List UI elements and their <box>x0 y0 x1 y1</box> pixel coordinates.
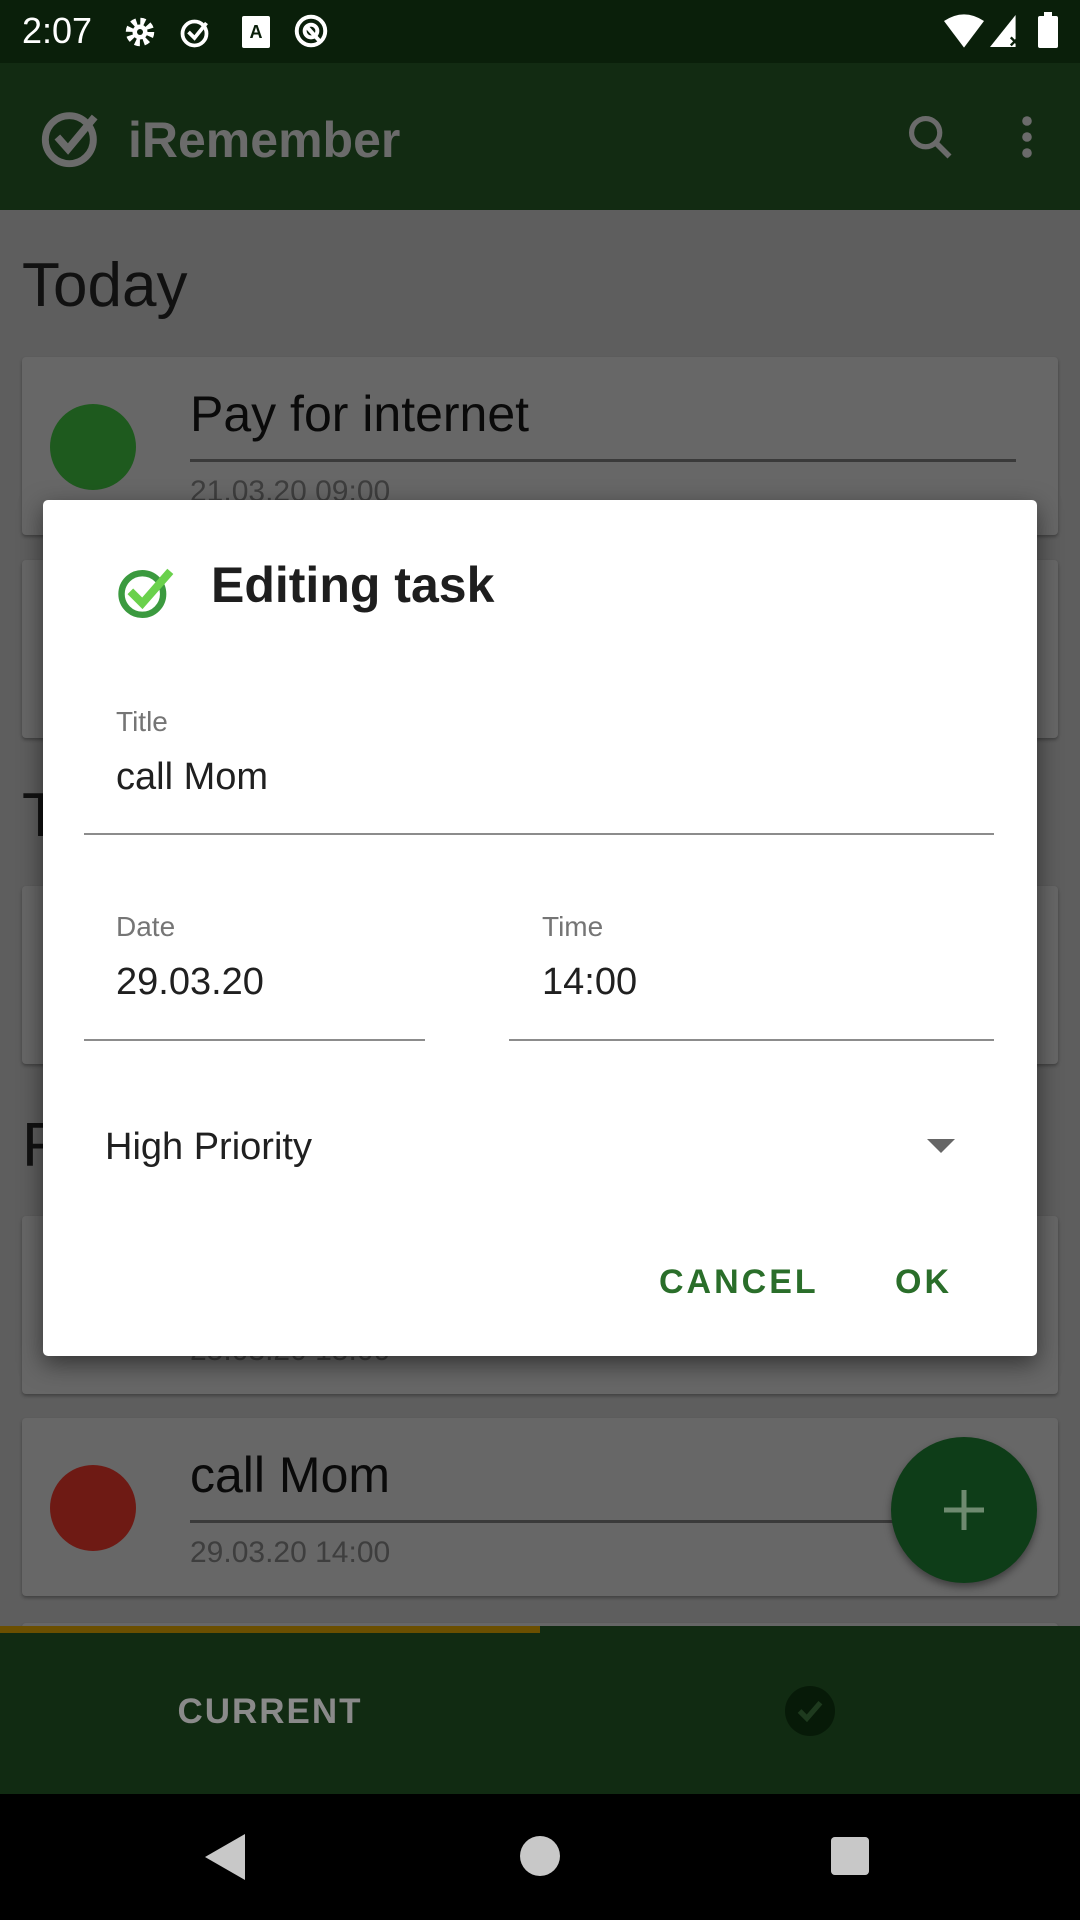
wifi-icon <box>944 14 984 48</box>
home-icon[interactable] <box>520 1836 560 1876</box>
plus-icon <box>944 1490 984 1530</box>
title-input[interactable]: call Mom <box>116 756 268 799</box>
check-circle-icon <box>118 568 174 619</box>
nfc-icon <box>294 14 328 48</box>
divider <box>190 459 1016 462</box>
dialog-title: Editing task <box>211 557 495 613</box>
ok-button[interactable]: OK <box>895 1263 952 1302</box>
bottom-tabs: CURRENT <box>0 1626 1080 1794</box>
chevron-down-icon <box>927 1139 955 1153</box>
time-underline <box>509 1039 994 1041</box>
logo-check-icon <box>41 112 98 168</box>
app-bar: iRemember <box>0 63 1080 210</box>
priority-select[interactable]: High Priority <box>84 1100 994 1190</box>
status-bar: 2:07 A <box>0 0 1080 63</box>
app-title: iRemember <box>128 112 401 168</box>
add-task-button[interactable] <box>891 1437 1037 1583</box>
section-header-today: Today <box>22 251 188 320</box>
back-icon[interactable] <box>205 1834 245 1880</box>
priority-value: High Priority <box>105 1126 312 1168</box>
navigation-bar <box>0 1794 1080 1920</box>
recents-icon[interactable] <box>831 1837 869 1875</box>
date-input[interactable]: 29.03.20 <box>116 961 264 1004</box>
signal-icon <box>990 15 1020 47</box>
search-icon[interactable] <box>904 111 956 163</box>
priority-dot <box>50 404 136 490</box>
edit-task-dialog: Editing task Title call Mom Date 29.03.2… <box>43 500 1037 1356</box>
date-underline <box>84 1039 425 1041</box>
battery-icon <box>1038 12 1058 48</box>
priority-dot <box>50 1465 136 1551</box>
task-date: 29.03.20 14:00 <box>190 1536 391 1569</box>
font-icon: A <box>242 16 270 48</box>
settings-icon <box>125 17 155 47</box>
tab-done-check-circle-icon[interactable] <box>785 1686 835 1736</box>
svg-text:A: A <box>250 22 263 42</box>
status-time: 2:07 <box>22 10 93 51</box>
cancel-button[interactable]: CANCEL <box>659 1263 819 1302</box>
time-input[interactable]: 14:00 <box>542 961 637 1004</box>
task-title: call Mom <box>190 1447 391 1503</box>
tab-current[interactable]: CURRENT <box>0 1692 540 1732</box>
time-label: Time <box>542 911 604 942</box>
task-title: Pay for internet <box>190 386 530 442</box>
check-circle-icon <box>180 19 209 48</box>
title-underline <box>84 833 994 835</box>
title-label: Title <box>116 706 168 737</box>
more-vert-icon[interactable] <box>1012 113 1042 161</box>
date-label: Date <box>116 911 176 942</box>
tab-indicator <box>0 1626 540 1633</box>
